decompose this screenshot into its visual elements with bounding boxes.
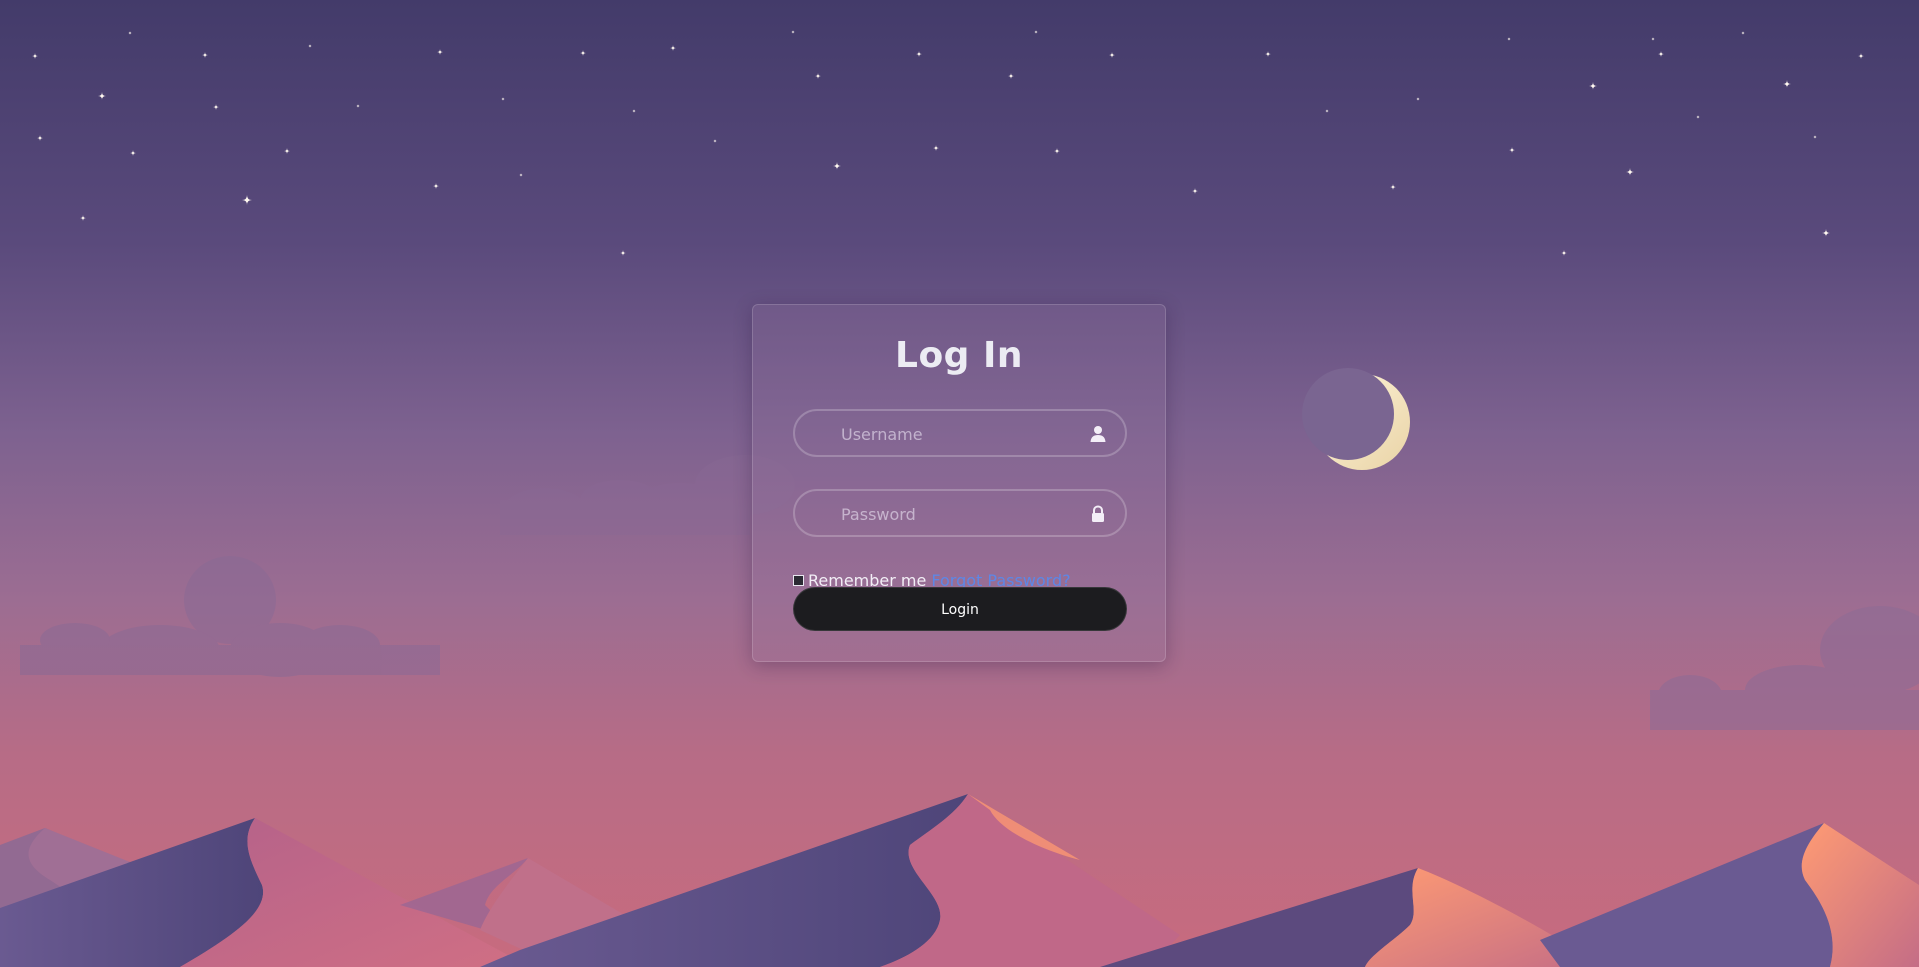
dunes xyxy=(0,794,1919,967)
star-icon xyxy=(1325,109,1329,113)
star-icon xyxy=(356,104,360,108)
star-icon xyxy=(620,250,626,256)
login-title: Log In xyxy=(895,335,1023,376)
star-icon xyxy=(815,73,821,79)
user-icon xyxy=(1090,426,1106,442)
password-input[interactable] xyxy=(839,491,1073,537)
star-icon xyxy=(1741,31,1745,35)
star-icon xyxy=(284,148,290,154)
star-icon xyxy=(1813,135,1817,139)
star-icon xyxy=(632,109,636,113)
star-icon xyxy=(1783,80,1791,88)
moon-icon xyxy=(1302,368,1410,470)
username-input[interactable] xyxy=(839,411,1073,457)
star-icon xyxy=(80,215,86,221)
star-icon xyxy=(1626,168,1634,176)
star-icon xyxy=(130,150,136,156)
login-card: Log In Remember me Forgot Password? Logi… xyxy=(752,304,1166,662)
star-icon xyxy=(1561,250,1567,256)
star-icon xyxy=(519,173,523,177)
star-icon xyxy=(1054,148,1060,154)
star-icon xyxy=(1265,51,1271,57)
stars xyxy=(32,30,1864,256)
star-icon xyxy=(32,53,38,59)
star-icon xyxy=(1109,52,1115,58)
star-icon xyxy=(128,31,132,35)
star-icon xyxy=(916,51,922,57)
star-icon xyxy=(1507,37,1511,41)
star-icon xyxy=(1858,53,1864,59)
remember-me-checkbox[interactable] xyxy=(793,574,804,586)
star-icon xyxy=(1008,73,1014,79)
username-field[interactable] xyxy=(793,409,1127,457)
star-icon xyxy=(1192,188,1198,194)
star-icon xyxy=(791,30,795,34)
star-icon xyxy=(1651,37,1655,41)
star-icon xyxy=(242,195,252,205)
star-icon xyxy=(833,162,841,170)
star-icon xyxy=(308,44,312,48)
star-icon xyxy=(713,139,717,143)
star-icon xyxy=(433,183,439,189)
star-icon xyxy=(1390,184,1396,190)
star-icon xyxy=(98,92,106,100)
star-icon xyxy=(37,135,43,141)
star-icon xyxy=(1034,30,1038,34)
star-icon xyxy=(1509,147,1515,153)
login-button[interactable]: Login xyxy=(793,587,1127,631)
star-icon xyxy=(1822,229,1830,237)
star-icon xyxy=(1416,97,1420,101)
password-field[interactable] xyxy=(793,489,1127,537)
lock-icon xyxy=(1092,505,1104,522)
star-icon xyxy=(1589,82,1597,90)
star-icon xyxy=(437,49,443,55)
star-icon xyxy=(580,50,586,56)
star-icon xyxy=(213,104,219,110)
star-icon xyxy=(501,97,505,101)
star-icon xyxy=(202,52,208,58)
star-icon xyxy=(933,145,939,151)
star-icon xyxy=(1696,115,1700,119)
star-icon xyxy=(670,45,676,51)
star-icon xyxy=(1658,51,1664,57)
